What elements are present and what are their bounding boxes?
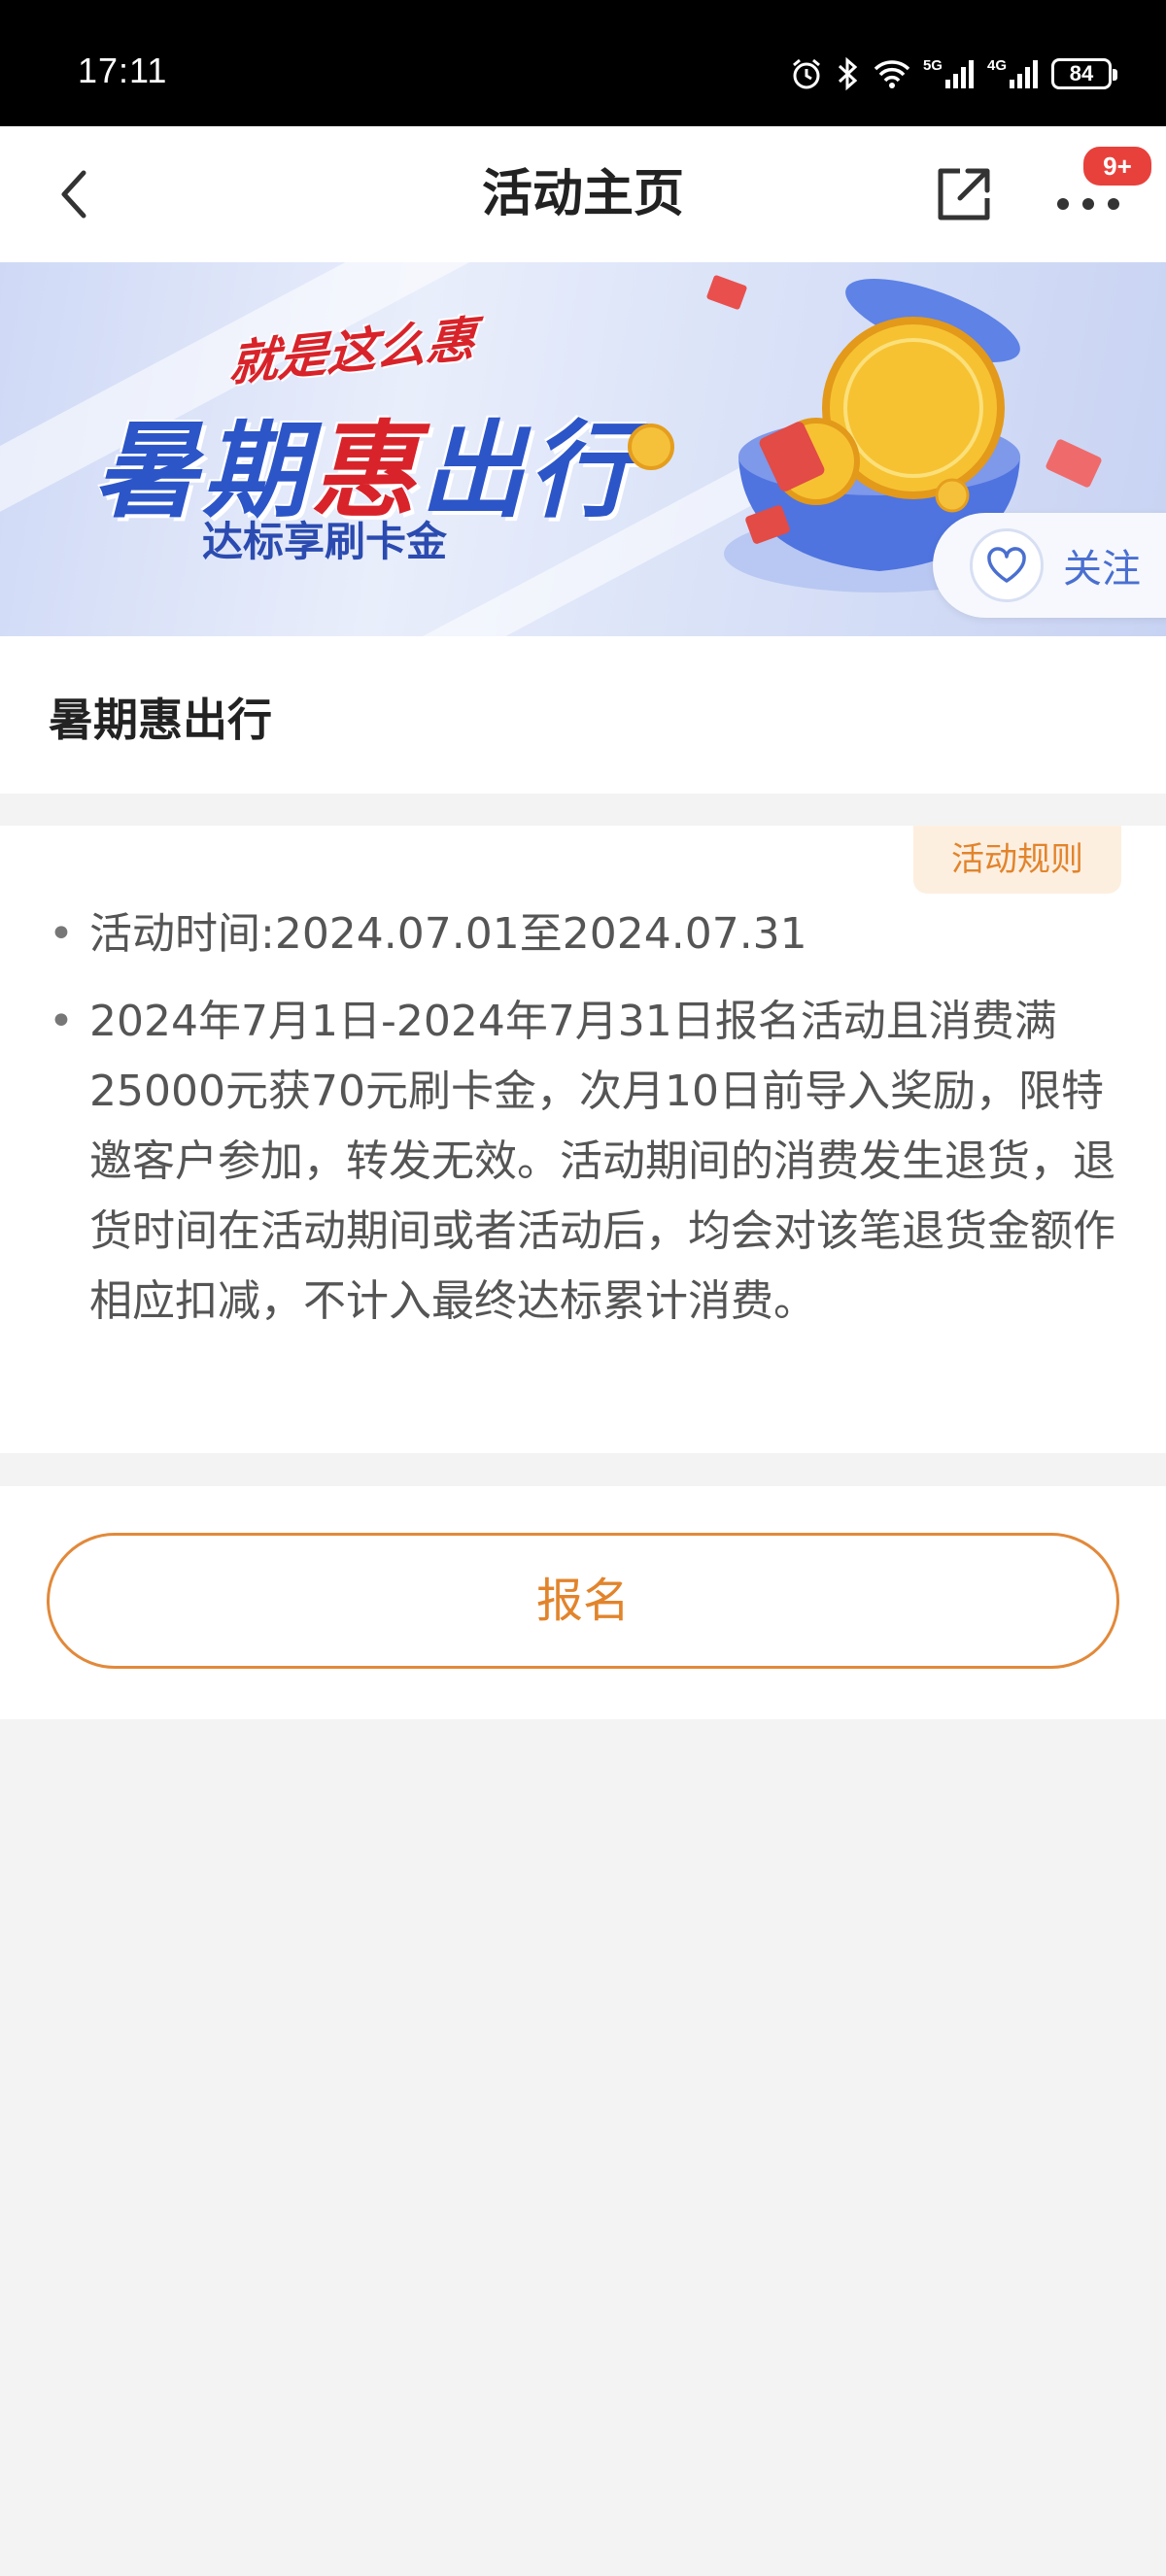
- bluetooth-icon: [836, 56, 861, 91]
- banner-title-part2: 出行: [420, 411, 638, 532]
- bullet: •: [49, 909, 74, 959]
- signal-icon: [944, 58, 976, 89]
- register-section: 报名: [0, 1486, 1166, 1719]
- follow-label: 关注: [1063, 547, 1141, 592]
- rules-card: 活动规则 • 活动时间:2024.07.01至2024.07.31 • 2024…: [0, 826, 1166, 1453]
- activity-name: 暑期惠出行: [49, 694, 272, 746]
- network-label-4g: 4G: [986, 57, 1007, 74]
- activity-banner: 就是这么惠 暑期惠出行 达标享刷卡金 关注: [0, 262, 1166, 636]
- rule-item: • 2024年7月1日-2024年7月31日报名活动且消费满25000元获70元…: [49, 987, 1115, 1346]
- share-button[interactable]: [931, 161, 997, 227]
- register-button[interactable]: 报名: [47, 1533, 1119, 1669]
- signal-icon: [1009, 58, 1040, 89]
- rule-text: 2024年7月1日-2024年7月31日报名活动且消费满25000元获70元刷卡…: [89, 997, 1115, 1326]
- heart-icon: [970, 528, 1044, 602]
- network-label-5g: 5G: [922, 57, 943, 74]
- banner-subtitle: 达标享刷卡金: [202, 518, 448, 565]
- alarm-icon: [789, 56, 824, 91]
- battery-icon: 84: [1051, 58, 1117, 89]
- notification-badge: 9+: [1080, 144, 1154, 188]
- battery-level: 84: [1069, 61, 1094, 85]
- activity-name-section: 暑期惠出行: [0, 636, 1166, 794]
- follow-button[interactable]: 关注: [933, 513, 1166, 618]
- share-icon: [938, 168, 990, 220]
- wifi-icon: [873, 57, 911, 90]
- rule-text: 活动时间:2024.07.01至2024.07.31: [89, 909, 807, 959]
- status-bar: 17:11 5G 4G 84: [0, 0, 1166, 126]
- status-icons: 5G 4G 84: [789, 49, 1117, 99]
- bullet: •: [49, 997, 74, 1046]
- status-time: 17:11: [78, 51, 168, 90]
- rule-item: • 活动时间:2024.07.01至2024.07.31: [49, 899, 1098, 969]
- rules-button[interactable]: 活动规则: [913, 826, 1121, 894]
- nav-bar: 活动主页 9+: [0, 126, 1166, 262]
